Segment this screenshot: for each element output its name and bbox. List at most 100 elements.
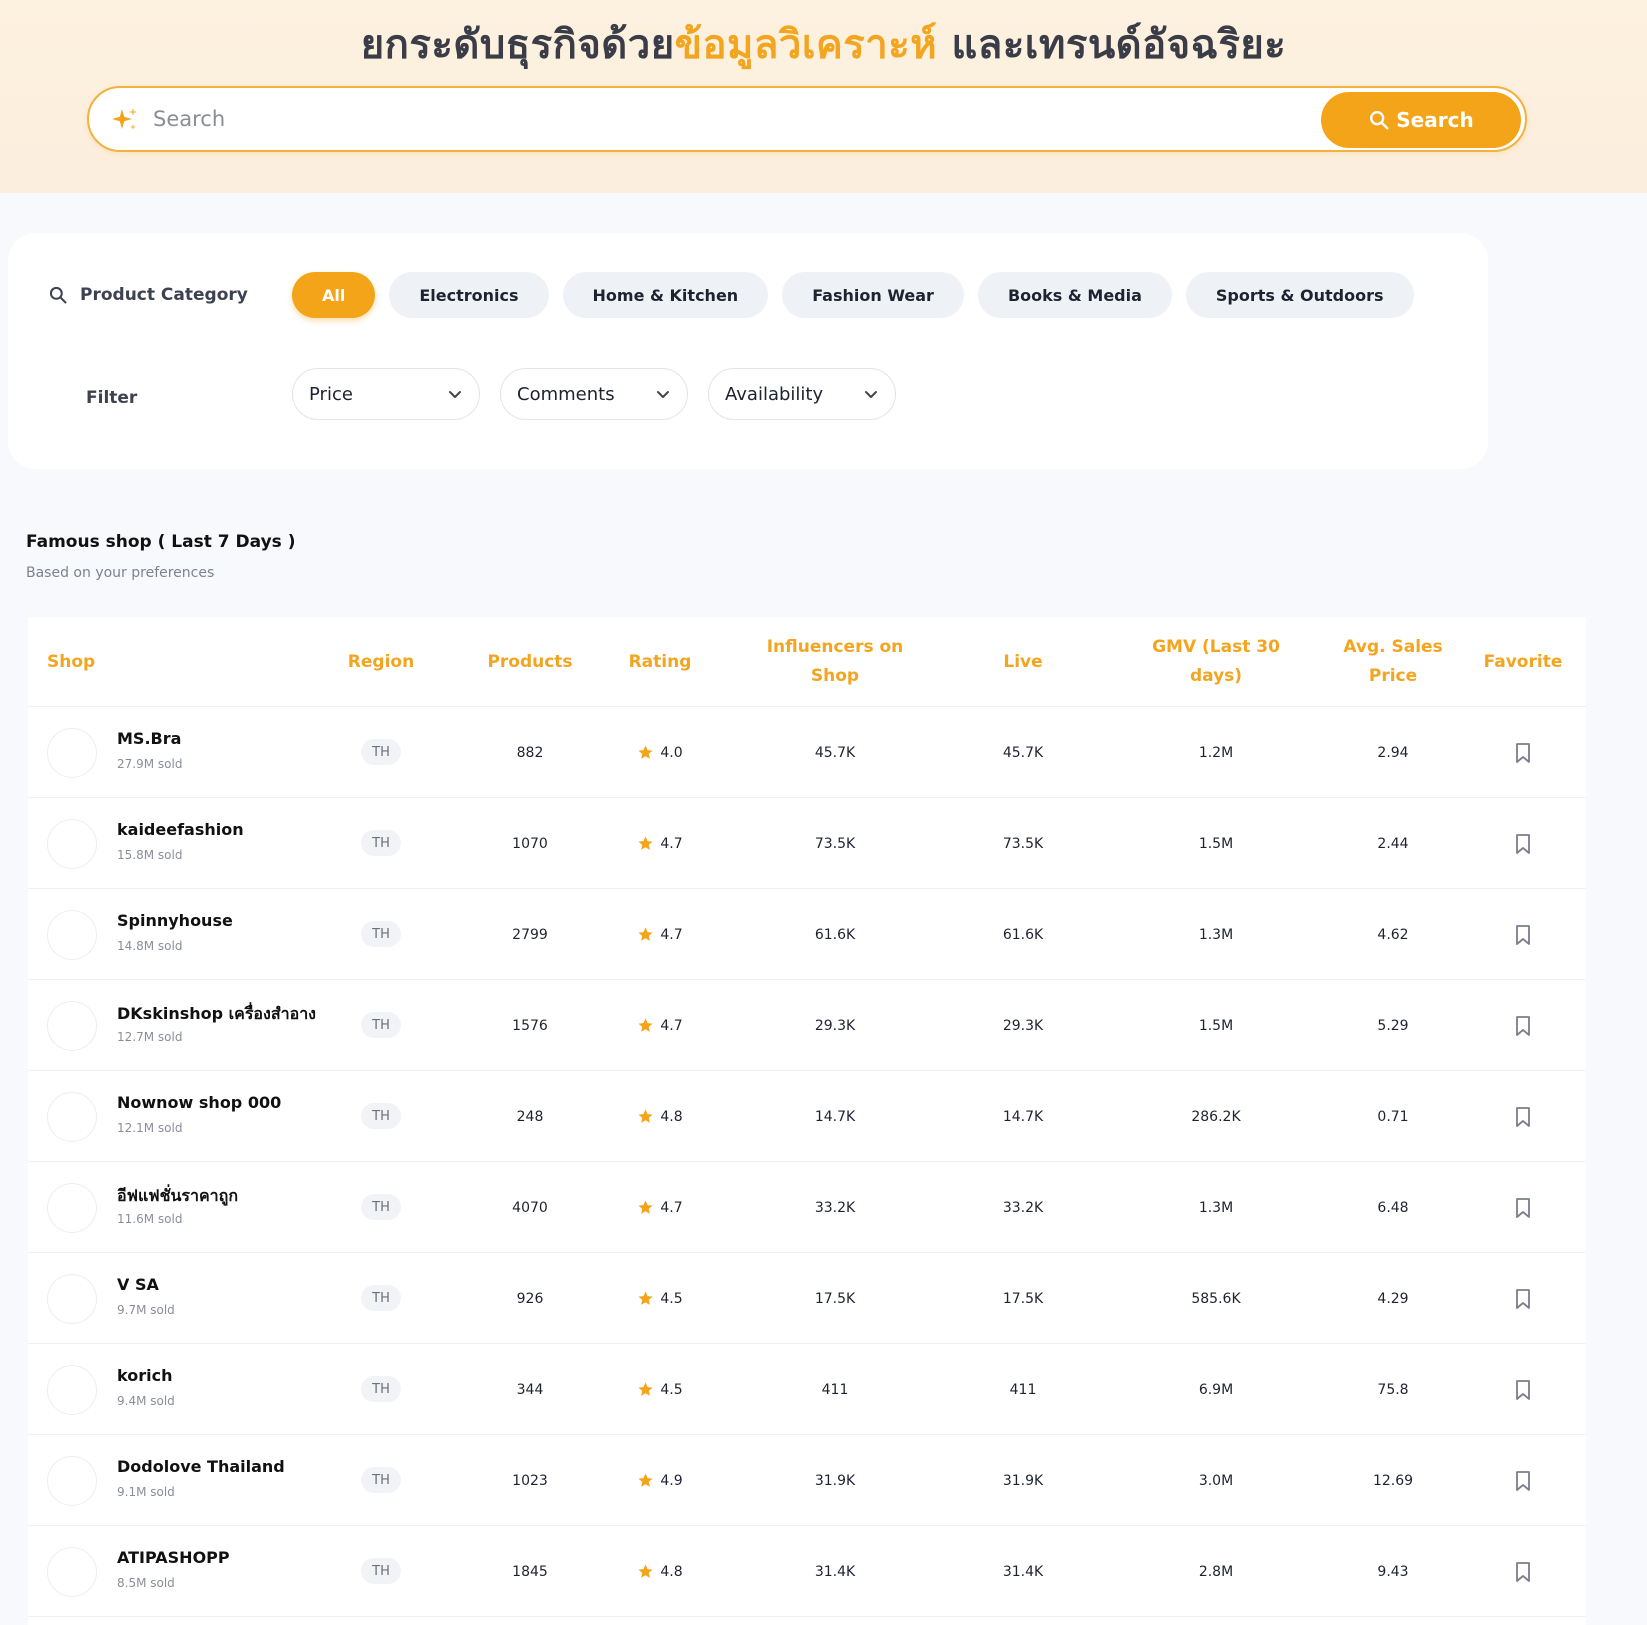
table-row[interactable]: V SA 9.7M sold TH 926 4.5 17.5K 17.5K 58…	[28, 1253, 1586, 1344]
shop-name[interactable]: อีฟแฟชั่นราคาถูก	[117, 1184, 238, 1209]
table-header: Shop Region Products Rating Influencers …	[28, 617, 1586, 707]
table-row[interactable]: korich 9.4M sold TH 344 4.5 411 411 6.9M…	[28, 1344, 1586, 1435]
table-row[interactable]: DKskinshop เครื่องสำอาง 12.7M sold TH 15…	[28, 980, 1586, 1071]
favorite-cell	[1468, 1253, 1578, 1344]
shop-sold: 15.8M sold	[117, 848, 183, 862]
table-row[interactable]: MS.Bra 27.9M sold TH 882 4.0 45.7K 45.7K…	[28, 707, 1586, 798]
table-row[interactable]: Dodolove Thailand 9.1M sold TH 1023 4.9 …	[28, 1435, 1586, 1526]
chip-fashion-wear[interactable]: Fashion Wear	[782, 272, 964, 318]
favorite-cell	[1468, 889, 1578, 980]
products-cell: 2799	[512, 926, 548, 943]
header-shop[interactable]: Shop	[47, 617, 247, 707]
avatar	[47, 1001, 97, 1051]
search-input[interactable]	[153, 98, 1373, 140]
shop-name[interactable]: V SA	[117, 1275, 159, 1294]
bookmark-icon[interactable]	[1513, 1288, 1533, 1310]
shop-sold: 9.7M sold	[117, 1303, 175, 1317]
favorite-cell	[1468, 1526, 1578, 1617]
live-cell: 29.3K	[1002, 1017, 1044, 1034]
gmv-cell: 1.5M	[1198, 835, 1234, 852]
avatar	[47, 1274, 97, 1324]
star-icon	[638, 1382, 653, 1396]
bookmark-icon[interactable]	[1513, 924, 1533, 946]
table-row[interactable]: Spinnyhouse 14.8M sold TH 2799 4.7 61.6K…	[28, 889, 1586, 980]
products-cell: 926	[516, 1290, 544, 1307]
region-badge: TH	[361, 1012, 401, 1038]
rating-cell: 4.0	[615, 707, 705, 798]
avatar	[47, 910, 97, 960]
live-cell: 17.5K	[1002, 1290, 1044, 1307]
influencers-cell: 17.5K	[814, 1290, 856, 1307]
category-label-text: Product Category	[80, 285, 248, 305]
shop-name[interactable]: Dodolove Thailand	[117, 1457, 285, 1476]
influencers-cell: 29.3K	[814, 1017, 856, 1034]
rating-value: 4.7	[660, 926, 683, 943]
chip-all[interactable]: All	[292, 272, 376, 318]
star-icon	[638, 1564, 653, 1578]
shop-name[interactable]: ATIPASHOPP	[117, 1548, 230, 1567]
shop-name[interactable]: MS.Bra	[117, 729, 181, 748]
gmv-cell: 286.2K	[1191, 1108, 1241, 1125]
bookmark-icon[interactable]	[1513, 1470, 1533, 1492]
table-row[interactable]: kaideefashion 15.8M sold TH 1070 4.7 73.…	[28, 798, 1586, 889]
header-avg-price[interactable]: Avg. Sales Price	[1328, 617, 1458, 707]
bookmark-icon[interactable]	[1513, 1106, 1533, 1128]
header-influencers[interactable]: Influencers on Shop	[760, 617, 910, 707]
favorite-cell	[1468, 1344, 1578, 1435]
search-button[interactable]: Search	[1321, 92, 1521, 148]
chip-home-kitchen[interactable]: Home & Kitchen	[562, 272, 769, 318]
header-products[interactable]: Products	[475, 617, 585, 707]
sparkle-icon	[112, 108, 137, 130]
shop-name[interactable]: Nownow shop 000	[117, 1093, 281, 1112]
avatar	[47, 1547, 97, 1597]
gmv-cell: 1.2M	[1198, 744, 1234, 761]
avatar	[47, 1365, 97, 1415]
header-live[interactable]: Live	[968, 617, 1078, 707]
comments-dropdown[interactable]: Comments	[500, 368, 688, 420]
star-icon	[638, 836, 653, 850]
chip-sports-outdoors[interactable]: Sports & Outdoors	[1185, 272, 1414, 318]
region-badge: TH	[361, 1285, 401, 1311]
header-gmv[interactable]: GMV (Last 30 days)	[1126, 617, 1306, 707]
bookmark-icon[interactable]	[1513, 1015, 1533, 1037]
table-row[interactable]: อีฟแฟชั่นราคาถูก 11.6M sold TH 4070 4.7 …	[28, 1162, 1586, 1253]
region-badge: TH	[361, 739, 401, 765]
rating-value: 4.5	[660, 1290, 683, 1307]
header-region[interactable]: Region	[341, 617, 421, 707]
table-row[interactable]: Nownow shop 000 12.1M sold TH 248 4.8 14…	[28, 1071, 1586, 1162]
chip-books-media[interactable]: Books & Media	[977, 272, 1172, 318]
products-cell: 1070	[512, 835, 548, 852]
shop-name[interactable]: kaideefashion	[117, 820, 244, 839]
rating-cell: 4.7	[615, 889, 705, 980]
shop-name[interactable]: DKskinshop เครื่องสำอาง	[117, 1002, 316, 1027]
rating-value: 4.9	[660, 1472, 683, 1489]
region-badge: TH	[361, 1376, 401, 1402]
region-badge: TH	[361, 830, 401, 856]
availability-dropdown[interactable]: Availability	[708, 368, 896, 420]
comments-dropdown-label: Comments	[517, 383, 615, 405]
star-icon	[638, 1200, 653, 1214]
hero-title-accent: ข้อมูลวิเคราะห์	[674, 22, 938, 68]
table-row[interactable]: ATIPASHOPP 8.5M sold TH 1845 4.8 31.4K 3…	[28, 1526, 1586, 1617]
rating-value: 4.7	[660, 1017, 683, 1034]
chevron-down-icon	[449, 391, 461, 398]
chip-electronics[interactable]: Electronics	[389, 272, 549, 318]
avatar	[47, 1183, 97, 1233]
shop-sold: 12.1M sold	[117, 1121, 183, 1135]
avg-price-cell: 12.69	[1372, 1472, 1414, 1489]
shop-name[interactable]: Spinnyhouse	[117, 911, 233, 930]
bookmark-icon[interactable]	[1513, 1561, 1533, 1583]
bookmark-icon[interactable]	[1513, 742, 1533, 764]
availability-dropdown-label: Availability	[725, 383, 824, 405]
live-cell: 31.9K	[1002, 1472, 1044, 1489]
bookmark-icon[interactable]	[1513, 833, 1533, 855]
filter-panel: Product Category All Electronics Home & …	[8, 233, 1488, 469]
avg-price-cell: 2.44	[1377, 835, 1409, 852]
header-rating[interactable]: Rating	[615, 617, 705, 707]
header-favorite[interactable]: Favorite	[1468, 617, 1578, 707]
magnifier-icon	[1370, 111, 1389, 130]
bookmark-icon[interactable]	[1513, 1379, 1533, 1401]
bookmark-icon[interactable]	[1513, 1197, 1533, 1219]
price-dropdown[interactable]: Price	[292, 368, 480, 420]
shop-name[interactable]: korich	[117, 1366, 172, 1385]
